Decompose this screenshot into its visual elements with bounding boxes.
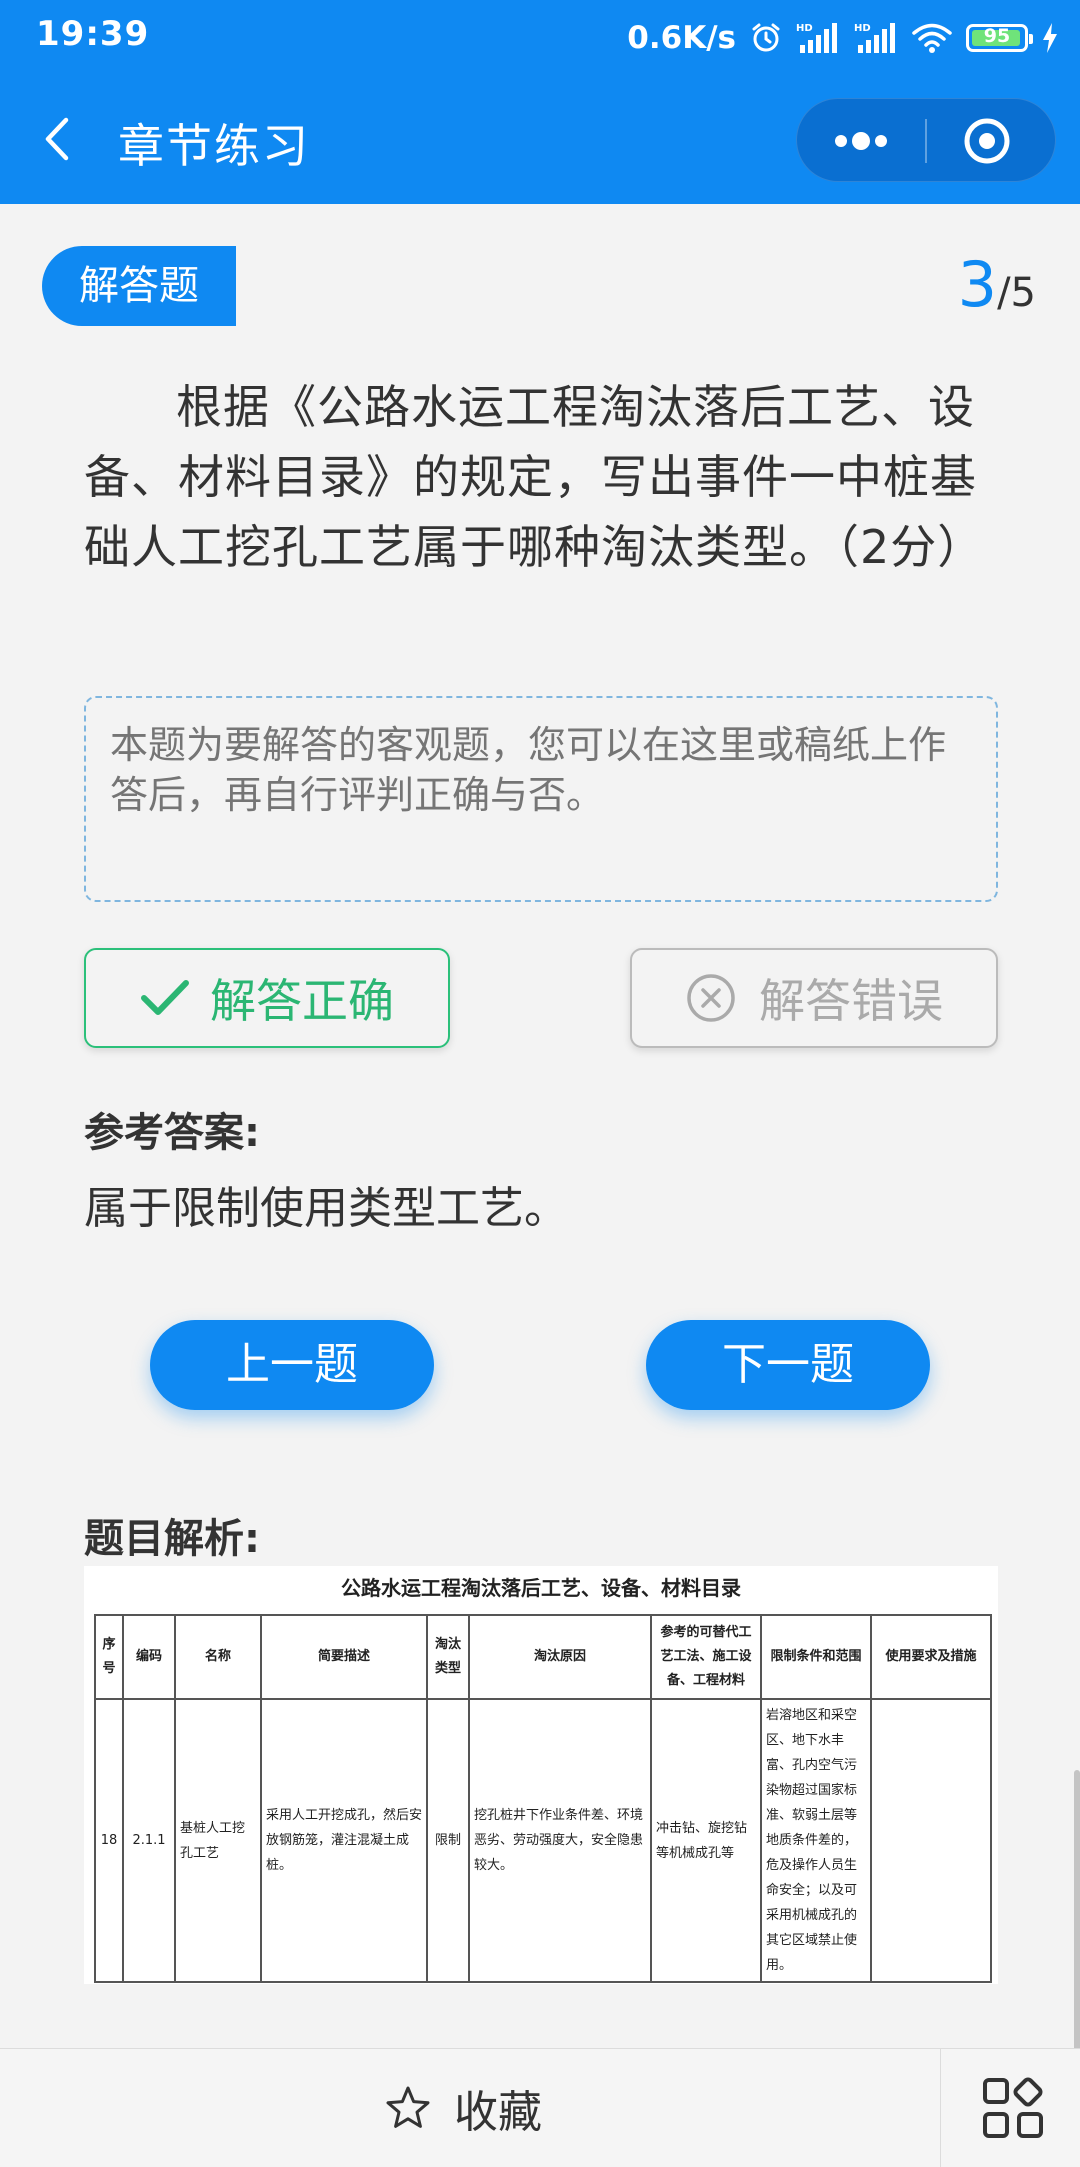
grid-icon[interactable] [982,2077,1044,2139]
check-icon [141,980,189,1015]
table-header-cell: 淘汰原因 [468,1614,652,1700]
table-header-cell: 使用要求及措施 [870,1614,992,1700]
table-header-cell: 序号 [94,1614,124,1700]
analysis-image: 公路水运工程淘汰落后工艺、设备、材料目录 序号 编码 名称 简要描述 淘汰类型 … [84,1566,998,1984]
page-title: 章节练习 [118,119,310,173]
answer-correct-label: 解答正确 [210,974,394,1028]
favorite-label: 收藏 [454,2087,542,2138]
next-question-button[interactable]: 下一题 [646,1320,930,1410]
table-cell: 基桩人工挖孔工艺 [174,1698,262,1983]
signal-hd-icon: HD [854,23,895,53]
mini-program-capsule [796,98,1056,182]
table-header-cell: 参考的可替代工艺工法、施工设备、工程材料 [650,1614,762,1700]
table-cell: 采用人工开挖成孔，然后安放钢筋笼，灌注混凝土成桩。 [260,1698,428,1983]
table-cell: 18 [94,1698,124,1983]
favorite-button[interactable]: 收藏 [384,2071,542,2145]
table-header-cell: 简要描述 [260,1614,428,1700]
battery-percent: 95 [983,25,1011,47]
bottom-bar: 收藏 [0,2048,1080,2167]
status-bar: 19:39 0.6K/s HD HD 95 [0,0,1080,76]
top-header: 19:39 0.6K/s HD HD 95 章节练习 [0,0,1080,204]
table-cell: 挖孔桩井下作业条件差、环境恶劣、劳动强度大，安全隐患较大。 [468,1698,652,1983]
table-cell: 岩溶地区和采空区、地下水丰富、孔内空气污染物超过国家标准、软弱土层等地质条件差的… [760,1698,872,1983]
answer-input[interactable] [84,696,998,902]
nav-bar: 章节练习 [0,76,1080,204]
question-type-badge: 解答题 [42,246,236,326]
answer-wrong-button[interactable]: 解答错误 [630,948,998,1048]
reference-answer-title: 参考答案: [84,1110,260,1156]
current-question-number: 3 [957,248,998,321]
wifi-icon [912,23,952,53]
more-dots-icon [835,132,887,150]
status-time: 19:39 [36,14,150,54]
status-icons: 0.6K/s HD HD 95 [627,12,1058,64]
close-mini-program-button[interactable] [927,99,1057,183]
question-counter: 3/5 [958,248,1036,321]
table-cell: 限制 [426,1698,470,1983]
star-outline-icon [386,2086,430,2128]
prev-question-button[interactable]: 上一题 [150,1320,434,1410]
alarm-icon [752,23,780,52]
network-speed: 0.6K/s [627,20,736,56]
close-circle-icon [687,974,735,1022]
target-close-icon [964,118,1010,164]
reference-answer-text: 属于限制使用类型工艺。 [84,1183,568,1234]
signal-hd-icon: HD [796,23,837,53]
answer-wrong-label: 解答错误 [759,974,943,1028]
chevron-left-icon[interactable] [34,114,84,164]
charging-icon [1043,23,1057,53]
svg-text:HD: HD [854,23,871,34]
more-button[interactable] [797,99,925,183]
table-cell: 2.1.1 [122,1698,176,1983]
table-header-row: 序号 编码 名称 简要描述 淘汰类型 淘汰原因 参考的可替代工艺工法、施工设备、… [94,1614,992,1700]
svg-text:HD: HD [796,23,813,34]
table-header-cell: 名称 [174,1614,262,1700]
table-header-cell: 限制条件和范围 [760,1614,872,1700]
table-cell: 冲击钻、旋挖钻等机械成孔等 [650,1698,762,1983]
table-row: 18 2.1.1 基桩人工挖孔工艺 采用人工开挖成孔，然后安放钢筋笼，灌注混凝土… [94,1698,992,1983]
total-questions: /5 [997,270,1036,316]
question-text: 根据《公路水运工程淘汰落后工艺、设备、材料目录》的规定，写出事件一中桩基础人工挖… [84,380,985,574]
table-header-cell: 编码 [122,1614,176,1700]
answer-correct-button[interactable]: 解答正确 [84,948,450,1048]
table-cell [870,1698,992,1983]
analysis-title: 题目解析: [84,1516,260,1562]
analysis-image-title: 公路水运工程淘汰落后工艺、设备、材料目录 [341,1576,741,1600]
table-header-cell: 淘汰类型 [426,1614,470,1700]
analysis-table: 序号 编码 名称 简要描述 淘汰类型 淘汰原因 参考的可替代工艺工法、施工设备、… [94,1614,992,1983]
battery-icon: 95 [966,24,1033,52]
